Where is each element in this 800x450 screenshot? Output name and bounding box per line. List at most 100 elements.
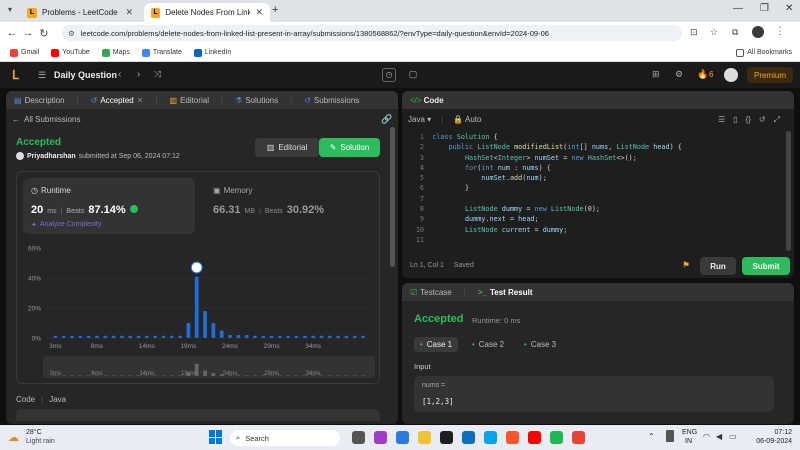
list-icon[interactable]: ☰: [38, 70, 46, 81]
tab-submissions[interactable]: ↺ Submissions: [304, 96, 359, 105]
case-3-tab[interactable]: • Case 3: [518, 337, 562, 352]
runtime-distribution-chart[interactable]: 60% 40% 20% 0% 3ms 8ms 14ms 19ms 24ms 29ms 34ms 3ms…: [17, 240, 381, 384]
bookmark-gmail[interactable]: Gmail: [10, 48, 39, 57]
notes-icon[interactable]: ▢: [406, 68, 420, 82]
site-info-icon[interactable]: ⚙: [68, 29, 75, 38]
user-avatar[interactable]: [724, 68, 738, 82]
bookmark-linkedin[interactable]: LinkedIn: [193, 48, 231, 57]
task-view-icon[interactable]: [352, 431, 365, 444]
back-icon[interactable]: ←: [4, 27, 20, 39]
brave-icon[interactable]: [506, 431, 519, 444]
code-line[interactable]: 7: [406, 195, 781, 205]
clock-date[interactable]: 06-09-2024: [742, 438, 792, 445]
premium-button[interactable]: Premium: [747, 67, 793, 83]
solution-button[interactable]: ✎ Solution: [319, 138, 380, 157]
code-editor[interactable]: 1 class Solution {2 public ListNode modi…: [406, 133, 781, 246]
wifi-icon[interactable]: ◠: [703, 432, 710, 441]
extensions-icon[interactable]: ⧉: [732, 27, 738, 38]
youtube-app-icon[interactable]: [528, 431, 541, 444]
case-2-tab[interactable]: • Case 2: [466, 337, 510, 352]
bookmark-youtube[interactable]: YouTube: [51, 48, 90, 57]
code-line[interactable]: 5 numSet.add(num);: [406, 174, 781, 184]
format-icon[interactable]: ☰: [718, 115, 725, 125]
tab-description[interactable]: ▤ Description: [14, 96, 65, 105]
link-icon[interactable]: 🔗: [381, 114, 392, 125]
chevron-up-icon[interactable]: ⌃: [648, 432, 655, 441]
battery-small-icon[interactable]: [666, 430, 674, 442]
daily-question-link[interactable]: Daily Question: [54, 70, 117, 80]
code-line[interactable]: 9 dummy.next = head;: [406, 215, 781, 225]
cast-icon[interactable]: ⊡: [690, 27, 698, 38]
editorial-button[interactable]: ▥ Editorial: [255, 138, 319, 157]
submit-button[interactable]: Submit: [742, 257, 790, 275]
analyze-complexity-link[interactable]: ✦ Analyze Complexity: [31, 221, 101, 229]
minimize-icon[interactable]: —: [733, 3, 743, 14]
timer-icon[interactable]: ◷: [382, 68, 396, 82]
maximize-icon[interactable]: ❐: [760, 3, 769, 14]
close-window-icon[interactable]: ✕: [785, 3, 793, 14]
memory-label[interactable]: ▣ Memory: [213, 186, 252, 195]
next-problem-icon[interactable]: ›: [137, 69, 140, 80]
battery-icon[interactable]: ▭: [729, 432, 737, 441]
clock-time[interactable]: 07:12: [750, 429, 792, 436]
tab-search-icon[interactable]: ▾: [8, 5, 12, 14]
app-icon[interactable]: [462, 431, 475, 444]
store-icon[interactable]: [440, 431, 453, 444]
taskbar-search[interactable]: ⌕ Search: [230, 430, 340, 446]
fullscreen-icon[interactable]: ⤢: [774, 115, 780, 125]
shuffle-icon[interactable]: ⤨: [154, 69, 161, 80]
auto-toggle[interactable]: 🔒 Auto: [453, 115, 481, 124]
lang-eng[interactable]: ENG: [682, 429, 697, 436]
username[interactable]: Priyadharshan: [27, 153, 76, 160]
teams-icon[interactable]: [374, 431, 387, 444]
language-select[interactable]: Java ▾: [408, 115, 431, 124]
reset-icon[interactable]: ↺: [759, 115, 766, 125]
code-scrollbar[interactable]: [786, 131, 791, 251]
lang-in[interactable]: IN: [685, 438, 692, 445]
runtime-card[interactable]: ◷ Runtime 20 ms | Beats 87.14% ✦ Analyze C…: [23, 178, 195, 234]
tab-accepted[interactable]: ↺ Accepted ✕: [91, 96, 144, 105]
volume-icon[interactable]: ◀: [716, 432, 722, 441]
streak-fire-icon[interactable]: 🔥: [697, 69, 708, 80]
profile-avatar[interactable]: [752, 26, 764, 38]
close-icon[interactable]: ✕: [137, 96, 144, 105]
url-bar[interactable]: ⚙ leetcode.com/problems/delete-nodes-fro…: [62, 25, 682, 41]
leetcode-logo-icon[interactable]: ᒪ: [12, 68, 24, 82]
code-line[interactable]: 3 HashSet<Integer> numSet = new HashSet<…: [406, 154, 781, 164]
all-bookmarks[interactable]: All Bookmarks: [736, 48, 792, 57]
bookmark-translate[interactable]: Translate: [141, 48, 182, 57]
all-submissions-link[interactable]: ← All Submissions: [12, 115, 80, 124]
new-tab-button[interactable]: +: [272, 4, 278, 16]
settings-icon[interactable]: ⚙: [675, 69, 683, 80]
code-line[interactable]: 2 public ListNode modifiedList(int[] num…: [406, 143, 781, 153]
forward-icon[interactable]: →: [20, 27, 36, 39]
code-line[interactable]: 4 for(int num : nums) {: [406, 164, 781, 174]
reload-icon[interactable]: ↻: [36, 27, 52, 40]
tab-test-result[interactable]: >_ Test Result: [478, 288, 533, 297]
tab-solutions[interactable]: ⚗ Solutions: [235, 96, 278, 105]
windows-start-icon[interactable]: [209, 430, 223, 444]
close-icon[interactable]: ✕: [125, 7, 133, 18]
copilot-icon[interactable]: [396, 431, 409, 444]
left-scrollbar[interactable]: [390, 127, 395, 267]
star-icon[interactable]: ☆: [710, 27, 718, 38]
code-line[interactable]: 11: [406, 236, 781, 246]
bookmark-icon[interactable]: ▯: [733, 115, 737, 125]
edge-icon[interactable]: [484, 431, 497, 444]
braces-icon[interactable]: {}: [746, 115, 751, 125]
code-line[interactable]: 6 }: [406, 184, 781, 194]
menu-icon[interactable]: ⋮: [775, 26, 785, 37]
layout-icon[interactable]: ⊞: [652, 69, 660, 80]
spotify-icon[interactable]: [550, 431, 563, 444]
weather-icon[interactable]: ☁: [8, 431, 19, 444]
code-line[interactable]: 10 ListNode current = dummy;: [406, 226, 781, 236]
code-line[interactable]: 8 ListNode dummy = new ListNode(0);: [406, 205, 781, 215]
prev-problem-icon[interactable]: ‹: [118, 69, 121, 80]
chrome-icon[interactable]: [572, 431, 585, 444]
tab-editorial[interactable]: ▥ Editorial: [170, 96, 209, 105]
tab-delete-nodes[interactable]: L Delete Nodes From Linked List ✕: [144, 3, 270, 22]
tab-testcase[interactable]: ☑ Testcase: [410, 288, 452, 297]
debug-icon[interactable]: ⚑: [682, 260, 690, 271]
tab-problems[interactable]: L Problems - LeetCode ✕: [20, 3, 140, 22]
bookmark-maps[interactable]: Maps: [101, 48, 130, 57]
